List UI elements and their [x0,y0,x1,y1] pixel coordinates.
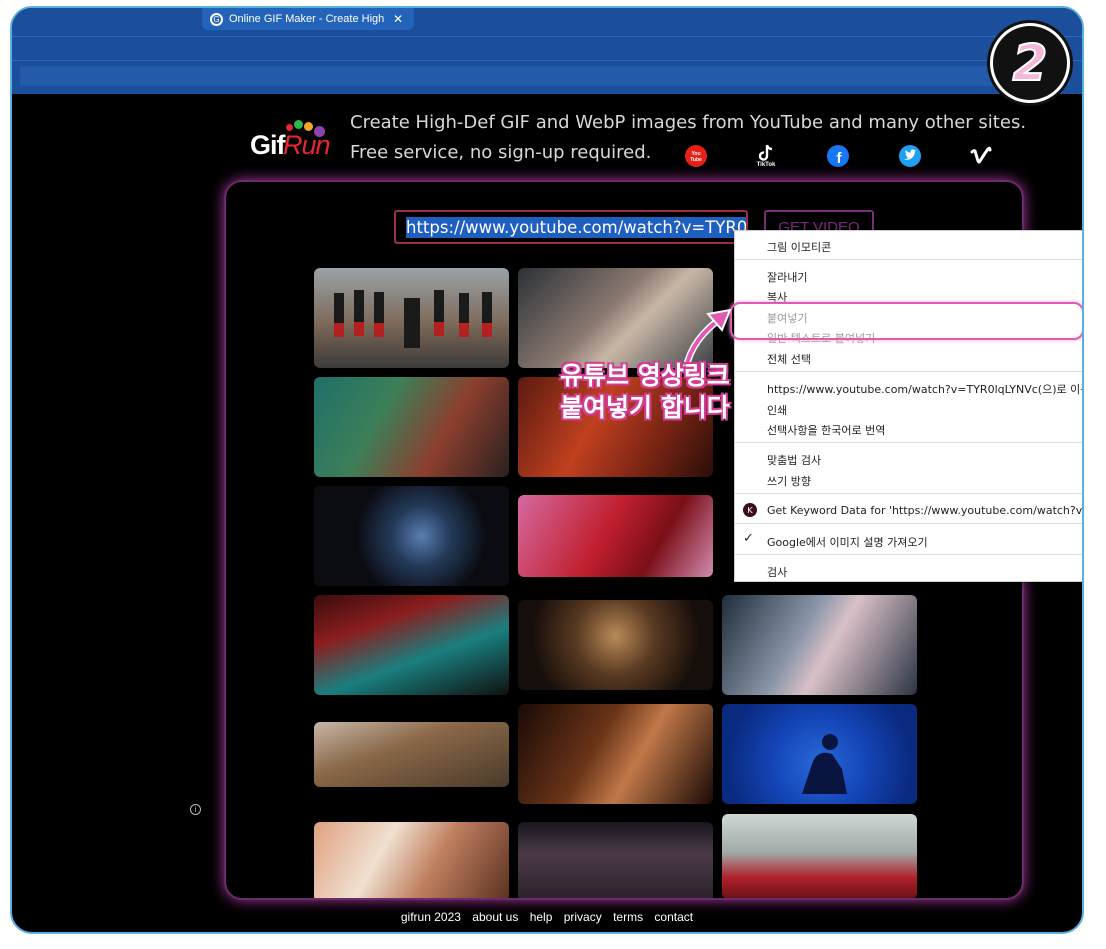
footer-link-terms[interactable]: terms [613,910,643,924]
video-thumbnail[interactable] [314,595,509,695]
video-thumbnail[interactable] [722,704,917,804]
tiktok-icon[interactable]: TikTok [752,142,780,170]
menu-item-writing-direction[interactable]: 쓰기 방향 [767,473,811,489]
step-number-badge: 2 [987,20,1073,106]
screenshot-frame: G Online GIF Maker - Create High ✕ Gif R… [10,6,1084,934]
video-thumbnail[interactable] [518,822,713,898]
twitter-icon[interactable] [896,142,924,170]
step-number: 2 [1012,33,1049,93]
menu-item-go-to-url[interactable]: https://www.youtube.com/watch?v=TYR0lqLY… [767,381,1082,397]
info-icon[interactable]: i [190,804,201,815]
footer-link-contact[interactable]: contact [654,910,693,924]
menu-item-emoji[interactable]: 그림 이모티콘 [767,239,831,255]
check-icon: ✓ [743,531,754,546]
vimeo-icon[interactable] [967,142,995,170]
annotation-line1: 유튜브 영상링크 [560,361,730,390]
video-thumbnail[interactable] [314,268,509,368]
annotation-text: 유튜브 영상링크 붙여넣기 합니다 [560,360,730,424]
tagline-line1: Create High-Def GIF and WebP images from… [350,112,1027,133]
logo-text-gif: Gif [250,130,285,160]
footer-link-about[interactable]: about us [472,910,518,924]
annotation-line2: 붙여넣기 합니다 [560,393,730,422]
context-menu: 그림 이모티콘 잘라내기 복사 붙여넣기 일반 텍스트로 붙여넣기 전체 선택 … [734,230,1082,582]
gifrun-logo[interactable]: Gif Run [250,118,331,168]
video-thumbnail[interactable] [314,486,509,586]
video-thumbnail[interactable] [722,814,917,898]
tagline-line2: Free service, no sign-up required. [350,142,652,163]
menu-item-cut[interactable]: 잘라내기 [767,269,807,285]
browser-chrome: G Online GIF Maker - Create High ✕ [12,8,1082,94]
address-bar[interactable] [20,66,1070,86]
browser-tab[interactable]: G Online GIF Maker - Create High ✕ [202,8,414,30]
video-thumbnail[interactable] [518,600,713,690]
video-url-input[interactable]: https://www.youtube.com/watch?v=TYR0lqLY… [394,210,748,244]
svg-text:Tube: Tube [690,157,702,163]
tab-title: Online GIF Maker - Create High [229,13,385,25]
menu-item-select-all[interactable]: 전체 선택 [767,351,811,367]
video-thumbnail[interactable] [314,377,509,477]
facebook-icon[interactable]: f [824,142,852,170]
tab-favicon-icon: G [210,12,223,26]
video-thumbnail[interactable] [518,704,713,804]
footer-link-privacy[interactable]: privacy [564,910,602,924]
video-thumbnail[interactable] [518,495,713,577]
video-thumbnail[interactable] [722,595,917,695]
paste-highlight-outline [730,302,1082,340]
menu-item-image-description[interactable]: Google에서 이미지 설명 가져오기 [767,534,928,550]
footer-brand: gifrun 2023 [400,910,461,924]
selected-url-text: https://www.youtube.com/watch?v=TYR0lqLY… [406,216,746,238]
logo-text-run: Run [283,130,331,160]
menu-item-translate[interactable]: 선택사항을 한국어로 번역 [767,422,885,438]
youtube-icon[interactable]: You Tube [682,142,710,170]
footer-link-help[interactable]: help [530,910,553,924]
keyword-extension-icon: K [743,503,757,517]
menu-item-spellcheck[interactable]: 맞춤법 검사 [767,452,821,468]
menu-item-inspect[interactable]: 검사 [767,564,787,580]
menu-item-print[interactable]: 인쇄 [767,402,787,418]
footer: gifrun 2023 about us help privacy terms … [12,910,1082,924]
video-thumbnail[interactable] [314,722,509,787]
tab-close-icon[interactable]: ✕ [393,12,403,26]
video-thumbnail[interactable] [314,822,509,898]
menu-item-keyword-data[interactable]: Get Keyword Data for 'https://www.youtub… [767,504,1082,517]
tiktok-label: TikTok [756,162,776,168]
